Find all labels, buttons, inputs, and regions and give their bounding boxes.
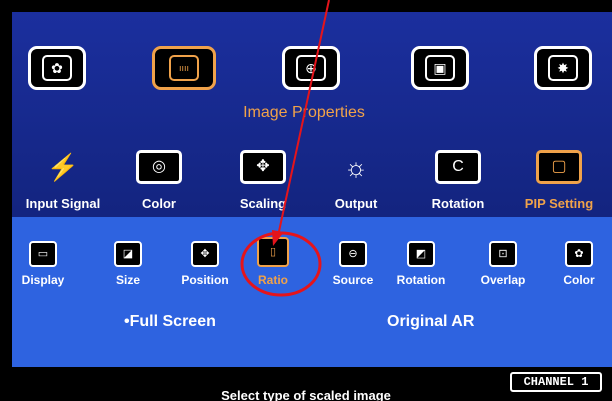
menu-item-input-signal[interactable]: ⚡ Input Signal (8, 150, 118, 211)
pip-icon: ▢ (536, 150, 582, 184)
palette-glyph: ✿ (42, 55, 72, 81)
submenu-item-label: Color (563, 273, 595, 287)
image-properties-glyph: ıııı (169, 55, 199, 81)
menu-item-label: Output (334, 196, 378, 211)
color-icon: ◎ (136, 150, 182, 184)
source-icon: ⊖ (339, 241, 367, 267)
option-label: Full Screen (129, 313, 216, 330)
position-icon: ✥ (191, 241, 219, 267)
submenu-item-display[interactable]: ▭ Display (12, 241, 74, 287)
menu-item-color[interactable]: ◎ Color (104, 150, 214, 211)
menu-item-output[interactable]: ☼ Output (301, 150, 411, 211)
submenu-item-color[interactable]: ✿ Color (548, 241, 610, 287)
sun-output-icon: ☼ (344, 152, 368, 182)
menu-item-rotation[interactable]: C Rotation (403, 150, 513, 211)
menu-item-label: Rotation (431, 196, 485, 211)
submenu-item-label: Position (181, 273, 229, 287)
submenu-item-size[interactable]: ◪ Size (97, 241, 159, 287)
overlap-icon: ⊡ (489, 241, 517, 267)
globe-glyph: ⊕ (296, 55, 326, 81)
submenu-item-label: Ratio (258, 273, 288, 287)
3d-cube-icon[interactable]: ▣ (411, 46, 469, 90)
gear-icon[interactable]: ✸ (534, 46, 592, 90)
display-icon: ▭ (29, 241, 57, 267)
osd-screen: ✿ ıııı ⊕ ▣ ✸ Image Properties ⚡ Input Si… (0, 0, 612, 401)
menu-item-pip-setting[interactable]: ▢ PIP Setting (506, 150, 612, 211)
rotation-icon: C (435, 150, 481, 184)
submenu-item-rotation[interactable]: ◩ Rotation (390, 241, 452, 287)
submenu-item-ratio[interactable]: ▯ Ratio (242, 237, 304, 287)
option-label: Original AR (387, 313, 475, 330)
scaling-icon: ✥ (240, 150, 286, 184)
pip-submenu-panel: ▭ Display ◪ Size ✥ Position ▯ Ratio ⊖ So… (12, 217, 612, 367)
submenu-item-overlap[interactable]: ⊡ Overlap (472, 241, 534, 287)
menu-item-label: PIP Setting (524, 196, 594, 211)
globe-icon[interactable]: ⊕ (282, 46, 340, 90)
help-text: Select type of scaled image (221, 388, 391, 401)
palette-icon[interactable]: ✿ (28, 46, 86, 90)
gear-glyph: ✸ (548, 55, 578, 81)
menu-item-label: Input Signal (25, 196, 101, 211)
rotation-sub-icon: ◩ (407, 241, 435, 267)
image-properties-icon[interactable]: ıııı (152, 46, 216, 90)
color-sub-icon: ✿ (565, 241, 593, 267)
submenu-item-source[interactable]: ⊖ Source (322, 241, 384, 287)
size-icon: ◪ (114, 241, 142, 267)
submenu-item-position[interactable]: ✥ Position (174, 241, 236, 287)
submenu-item-label: Display (21, 273, 65, 287)
plug-icon: ⚡ (46, 152, 80, 182)
option-original-ar[interactable]: Original AR (387, 313, 474, 331)
submenu-item-label: Overlap (480, 273, 526, 287)
ratio-icon: ▯ (257, 237, 289, 267)
submenu-item-label: Source (332, 273, 374, 287)
menu-title: Image Properties (243, 104, 365, 121)
option-full-screen[interactable]: •Full Screen (124, 313, 216, 331)
cube-glyph: ▣ (425, 55, 455, 81)
submenu-item-label: Rotation (396, 273, 446, 287)
submenu-item-label: Size (115, 273, 140, 287)
menu-item-label: Color (142, 196, 176, 211)
